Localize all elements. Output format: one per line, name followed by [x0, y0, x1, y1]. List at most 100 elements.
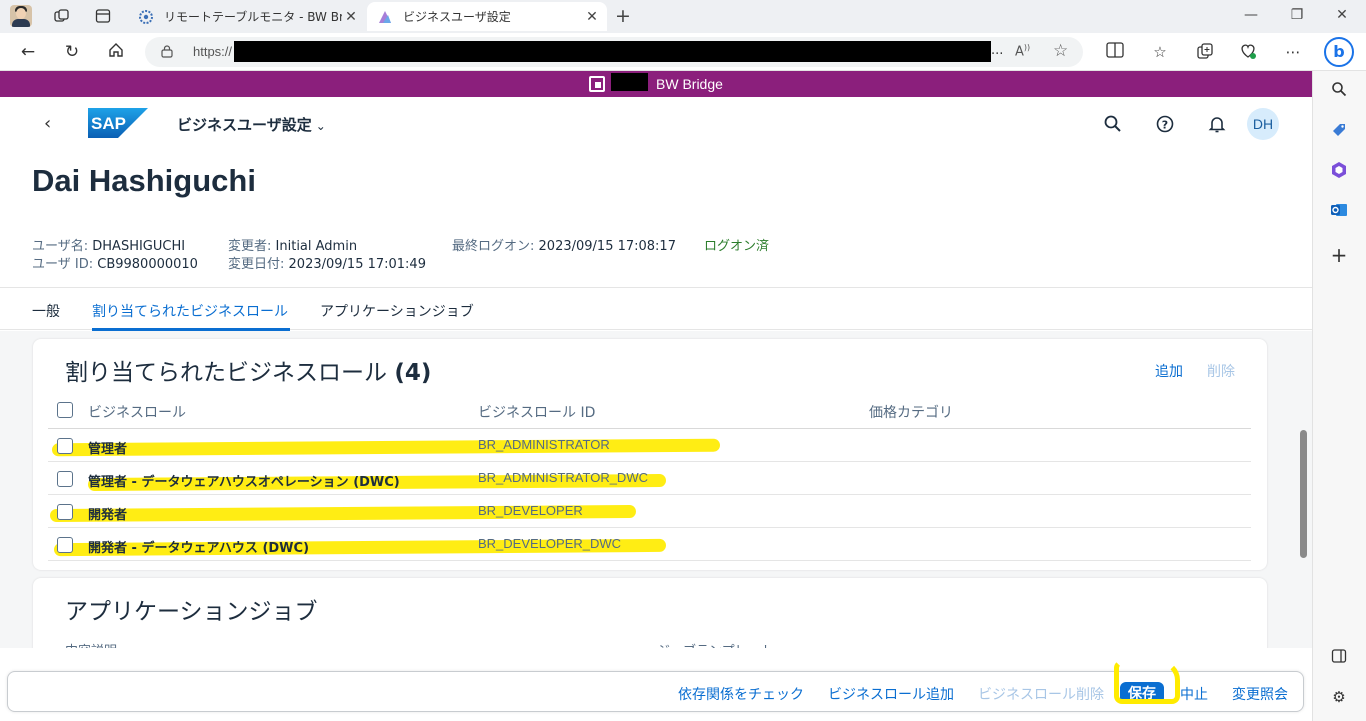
table-row[interactable]: 開発者 BR_DEVELOPER: [48, 495, 1251, 528]
column-header-description: 内容説明: [65, 640, 117, 648]
office-icon[interactable]: [1329, 161, 1349, 181]
page-title: Dai Hashiguchi: [32, 163, 256, 198]
search-icon[interactable]: [1103, 114, 1123, 134]
row-checkbox[interactable]: [57, 537, 73, 553]
delete-role-link: 削除: [1207, 364, 1235, 380]
roles-table: ビジネスロール ビジネスロール ID 価格カテゴリ 管理者 BR_ADMINIS…: [48, 391, 1251, 561]
jobs-card: アプリケーションジョブ 内容説明 ジョブテンプレート: [33, 578, 1267, 648]
column-header-price-category: 価格カテゴリ: [869, 405, 953, 421]
role-id: BR_DEVELOPER: [478, 503, 583, 518]
tab-general[interactable]: 一般: [32, 301, 60, 321]
url-ellipsis: ...: [991, 43, 1004, 58]
favorites-icon[interactable]: ☆: [1150, 42, 1170, 62]
more-menu-icon[interactable]: ⋯: [1283, 42, 1303, 62]
banner-text: BW Bridge: [656, 76, 723, 92]
close-tab-icon[interactable]: ✕: [583, 9, 601, 25]
changed-by-attr: 変更者: Initial Admin: [228, 239, 358, 254]
role-name: 管理者 - データウェアハウスオペレーション (DWC): [88, 475, 400, 490]
collections-icon[interactable]: [1195, 42, 1215, 62]
app-favicon-icon: [379, 10, 391, 23]
cancel-button[interactable]: 中止: [1180, 684, 1208, 704]
table-row[interactable]: 管理者 BR_ADMINISTRATOR: [48, 429, 1251, 462]
table-header-row: ビジネスロール ビジネスロール ID 価格カテゴリ: [48, 391, 1251, 429]
sap-logo[interactable]: SAP: [88, 108, 148, 138]
tab-application-jobs[interactable]: アプリケーションジョブ: [320, 301, 474, 321]
row-checkbox[interactable]: [57, 504, 73, 520]
role-name: 管理者: [88, 442, 128, 457]
system-icon: [589, 76, 605, 92]
chevron-down-icon: ⌄: [315, 119, 326, 133]
roles-card-title: 割り当てられたビジネスロール (4): [65, 360, 432, 386]
shell-bar: ‹ SAP ビジネスユーザ設定 ⌄ ? DH: [0, 97, 1312, 151]
read-aloud-icon[interactable]: A)): [1015, 43, 1030, 59]
copilot-icon[interactable]: b: [1324, 37, 1354, 67]
content-area: 割り当てられたビジネスロール (4) 追加 削除 ビジネスロール ビジネスロール…: [0, 331, 1312, 648]
column-header-role-id: ビジネスロール ID: [478, 405, 596, 421]
refresh-icon[interactable]: ↻: [61, 41, 83, 63]
browser-tab-business-user[interactable]: ビジネスユーザ設定 ✕: [367, 2, 607, 31]
select-all-checkbox[interactable]: [57, 402, 73, 418]
userid-attr: ユーザ ID: CB9980000010: [32, 257, 198, 272]
sidebar-layout-icon[interactable]: [1329, 648, 1349, 668]
add-sidebar-app-icon[interactable]: +: [1329, 245, 1349, 265]
role-id: BR_DEVELOPER_DWC: [478, 536, 622, 551]
table-row[interactable]: 管理者 - データウェアハウスオペレーション (DWC) BR_ADMINIST…: [48, 462, 1251, 495]
settings-gear-icon[interactable]: ⚙: [1329, 687, 1349, 707]
delete-business-role-button: ビジネスロール削除: [978, 687, 1104, 703]
svg-text:?: ?: [1162, 119, 1168, 132]
column-header-job-template: ジョブテンプレート: [657, 640, 774, 648]
user-avatar[interactable]: DH: [1247, 108, 1279, 140]
url-protocol: https://: [193, 44, 233, 59]
tab-title: ビジネスユーザ設定: [403, 10, 511, 24]
browser-essentials-icon[interactable]: [1238, 42, 1258, 62]
system-banner: BW Bridge: [0, 71, 1312, 97]
lock-icon: [161, 45, 173, 58]
change-history-button[interactable]: 変更照会: [1232, 684, 1288, 704]
object-header: Dai Hashiguchi ユーザ名: DHASHIGUCHI ユーザ ID:…: [0, 151, 1312, 287]
add-role-link[interactable]: 追加: [1155, 361, 1183, 381]
app-title-menu[interactable]: ビジネスユーザ設定 ⌄: [177, 114, 326, 135]
highlighter-mark: [51, 438, 721, 457]
url-field[interactable]: https:// ... A)) ☆: [145, 37, 1083, 67]
last-logon-attr: 最終ログオン: 2023/09/15 17:08:17: [452, 239, 676, 254]
tab-actions-icon[interactable]: [95, 8, 111, 24]
home-icon[interactable]: [105, 41, 127, 63]
browser-tab-remote-table[interactable]: リモートテーブルモニタ - BW Bridge (S ✕: [128, 2, 366, 31]
back-chevron-icon[interactable]: ‹: [44, 113, 51, 134]
banner-redacted: [611, 73, 648, 91]
outlook-icon[interactable]: [1329, 201, 1349, 221]
restore-icon[interactable]: ❐: [1287, 7, 1307, 23]
notifications-bell-icon[interactable]: [1207, 114, 1227, 134]
favorite-star-icon[interactable]: ☆: [1053, 41, 1068, 61]
row-checkbox[interactable]: [57, 471, 73, 487]
shopping-tag-icon[interactable]: [1329, 121, 1349, 141]
back-arrow-icon[interactable]: ←: [17, 41, 39, 63]
page-scrollbar[interactable]: [1300, 430, 1307, 558]
row-checkbox[interactable]: [57, 438, 73, 454]
help-icon[interactable]: ?: [1155, 114, 1175, 134]
column-header-role: ビジネスロール: [88, 405, 186, 421]
footer-toolbar: 依存関係をチェック ビジネスロール追加 ビジネスロール削除 保存 中止 変更照会: [7, 671, 1304, 712]
role-name: 開発者 - データウェアハウス (DWC): [88, 541, 310, 556]
tab-title: リモートテーブルモニタ - BW Bridge (S: [164, 10, 342, 24]
profile-avatar[interactable]: [10, 5, 32, 27]
app-title: ビジネスユーザ設定: [177, 116, 312, 134]
workspaces-icon[interactable]: [54, 8, 70, 24]
role-name: 開発者: [88, 508, 128, 523]
split-screen-icon[interactable]: [1105, 42, 1125, 62]
section-tabs: 一般 割り当てられたビジネスロール アプリケーションジョブ: [0, 287, 1312, 331]
changed-on-attr: 変更日付: 2023/09/15 17:01:49: [228, 257, 426, 272]
close-tab-icon[interactable]: ✕: [342, 9, 360, 25]
role-id: BR_ADMINISTRATOR: [478, 437, 610, 452]
role-id: BR_ADMINISTRATOR_DWC: [478, 470, 648, 485]
minimize-icon[interactable]: —: [1241, 7, 1261, 23]
username-attr: ユーザ名: DHASHIGUCHI: [32, 239, 186, 254]
table-row[interactable]: 開発者 - データウェアハウス (DWC) BR_DEVELOPER_DWC: [48, 528, 1251, 561]
search-icon[interactable]: [1329, 81, 1349, 101]
add-business-role-button[interactable]: ビジネスロール追加: [828, 684, 954, 704]
edge-sidebar: + ⚙: [1312, 71, 1366, 721]
window-close-icon[interactable]: ✕: [1332, 7, 1352, 23]
tab-assigned-roles[interactable]: 割り当てられたビジネスロール: [92, 301, 290, 331]
new-tab-icon[interactable]: +: [613, 5, 633, 27]
check-dependencies-button[interactable]: 依存関係をチェック: [678, 684, 804, 704]
